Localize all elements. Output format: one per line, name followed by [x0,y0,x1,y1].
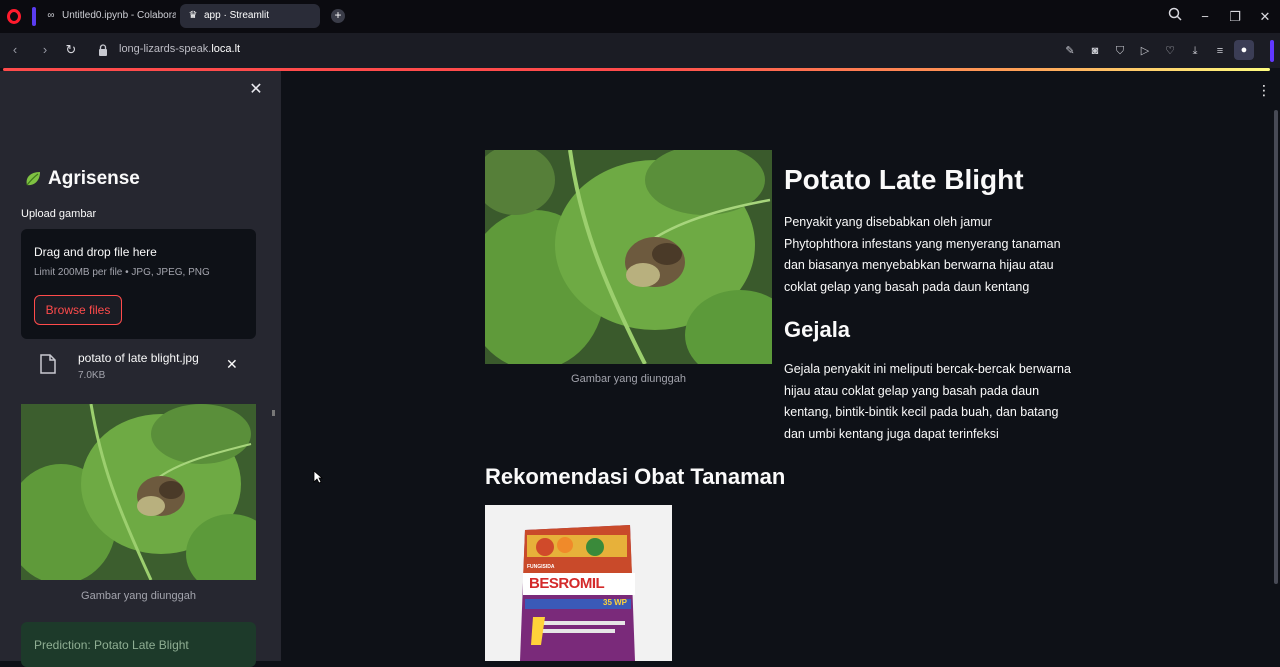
main-scrollbar[interactable] [1274,110,1278,584]
minimize-icon[interactable]: − [1195,7,1215,27]
snapshot-edit-icon[interactable]: ✎ [1062,43,1078,59]
symptoms-heading: Gejala [784,317,851,342]
lock-icon [99,44,107,56]
heart-icon[interactable]: ♡ [1162,43,1178,59]
url-text[interactable]: long-lizards-speak.loca.lt [119,43,240,55]
dropzone-title: Drag and drop file here [34,245,157,259]
sidebar-image-caption: Gambar yang diunggah [81,590,196,602]
leaf-icon [26,172,40,186]
menu-icon[interactable]: ≡ [1212,43,1228,59]
tab-streamlit[interactable]: ♛ app · Streamlit [180,4,320,28]
symptoms-text: Gejala penyakit ini meliputi bercak-berc… [784,362,1071,441]
file-name: potato of late blight.jpg [78,351,199,365]
colab-icon: ∞ [47,10,55,21]
tab-colab[interactable]: ∞ Untitled0.ipynb - Colabora [40,4,176,28]
file-dropzone[interactable]: Drag and drop file here Limit 200MB per … [21,229,256,339]
browser-tab-bar: ∞ Untitled0.ipynb - Colabora ♛ app · Strea… [0,0,1280,33]
file-size: 7.0KB [78,370,106,381]
download-icon[interactable]: ⤓ [1187,43,1203,59]
dropzone-limit: Limit 200MB per file • JPG, JPEG, PNG [34,267,210,278]
new-tab-button[interactable]: + [331,9,345,23]
disease-title: Potato Late Blight [784,164,1024,195]
restore-icon[interactable]: ❐ [1225,7,1245,27]
main-menu-icon[interactable]: ⋮ [1257,83,1271,97]
browse-files-button[interactable]: Browse files [34,295,122,325]
product-grade: 35 WP [603,598,628,607]
main-image-caption: Gambar yang diunggah [571,373,686,385]
close-sidebar-icon[interactable]: ✕ [248,82,264,98]
prediction-text: Prediction: Potato Late Blight [34,638,189,652]
camera-icon[interactable]: ◙ [1087,43,1103,59]
reload-icon[interactable]: ↻ [62,41,80,59]
tab-colab-title: Untitled0.ipynb - Colabora [62,10,176,21]
opera-logo-icon[interactable] [7,9,21,24]
file-icon [40,354,56,374]
upload-label: Upload gambar [21,208,97,220]
product-label-top: FUNGISIDA [527,564,555,570]
sidebar-resize-handle[interactable] [272,410,275,416]
tab-accent [32,7,36,26]
brand-title: Agrisense [48,168,140,189]
play-icon[interactable]: ▷ [1137,43,1153,59]
streamlit-icon: ♛ [188,10,198,21]
disease-description: Penyakit yang disebabkan oleh jamur Phyt… [784,215,1061,294]
prediction-result: Prediction: Potato Late Blight [21,622,256,667]
mouse-cursor-icon [313,470,323,484]
back-icon[interactable]: ‹ [6,41,24,59]
search-icon[interactable] [1165,7,1185,27]
window-close-icon[interactable]: ✕ [1255,7,1275,27]
product-image: FUNGISIDA BESROMIL 35 WP [485,505,672,661]
recommendation-heading: Rekomendasi Obat Tanaman [485,464,786,489]
uploaded-image [485,150,772,364]
brand: Agrisense [24,168,140,190]
product-brand: BESROMIL [529,575,605,592]
url-host: long-lizards-speak. [119,43,212,55]
tab-streamlit-title: app · Streamlit [204,10,270,21]
remove-file-icon[interactable]: ✕ [226,356,238,373]
profile-icon[interactable]: ● [1234,40,1254,60]
uploaded-file: potato of late blight.jpg 7.0KB ✕ [21,348,256,388]
sidebar-indicator [1270,40,1274,62]
uploaded-image-thumbnail [21,404,256,580]
url-domain: loca.lt [211,43,241,55]
forward-icon[interactable]: › [36,41,54,59]
shield-icon[interactable]: ⛉ [1112,43,1128,59]
